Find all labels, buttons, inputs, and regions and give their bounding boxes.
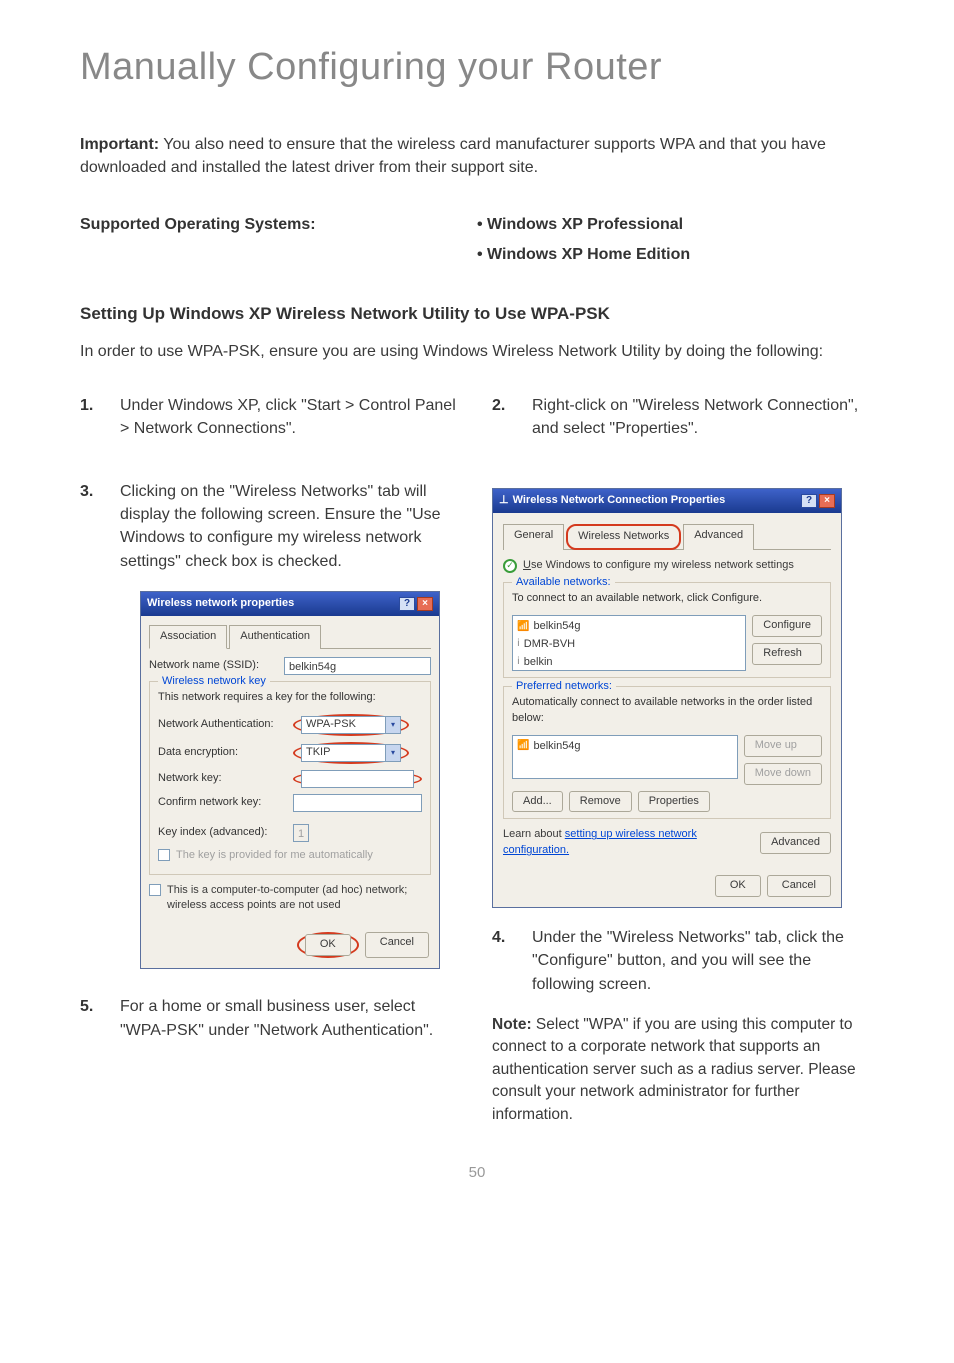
intro-text: In order to use WPA-PSK, ensure you are …: [80, 340, 874, 363]
tab-authentication[interactable]: Authentication: [229, 625, 321, 649]
advanced-button[interactable]: Advanced: [760, 832, 831, 854]
adhoc-label: This is a computer-to-computer (ad hoc) …: [167, 883, 431, 915]
enc-dropdown[interactable]: TKIP ▾: [301, 744, 401, 762]
ok-highlight: OK: [297, 932, 359, 958]
step-2-num: 2.: [492, 394, 514, 440]
available-legend: Available networks:: [512, 575, 615, 591]
ok-button[interactable]: OK: [715, 875, 761, 897]
keyidx-input: 1: [293, 824, 309, 842]
adhoc-checkbox[interactable]: [149, 884, 161, 896]
wireless-key-info: This network requires a key for the foll…: [158, 690, 422, 706]
preferred-legend: Preferred networks:: [512, 679, 616, 695]
use-windows-label: Use Windows to configure my wireless net…: [523, 558, 794, 574]
signal-icon: ⅰ: [517, 655, 520, 670]
confirmkey-label: Confirm network key:: [158, 795, 293, 811]
step-3-text: Clicking on the "Wireless Networks" tab …: [120, 480, 462, 573]
learn-text: Learn about setting up wireless network …: [503, 827, 752, 859]
help-icon[interactable]: ?: [801, 494, 817, 508]
enc-dropdown-highlight: TKIP ▾: [293, 742, 409, 764]
available-networks-list[interactable]: 📶belkin54g ⅰDMR-BVH ⅰbelkin: [512, 615, 746, 671]
supported-os-heading: Supported Operating Systems:: [80, 213, 477, 271]
confirmkey-input[interactable]: [293, 794, 422, 812]
close-icon[interactable]: ×: [417, 597, 433, 611]
step-2-text: Right-click on "Wireless Network Connect…: [532, 394, 874, 440]
netkey-label: Network key:: [158, 771, 293, 787]
list-item: 📶belkin54g: [515, 618, 743, 636]
netkey-highlight: [293, 770, 422, 788]
chevron-down-icon[interactable]: ▾: [385, 717, 400, 733]
move-up-button: Move up: [744, 735, 822, 757]
ssid-input[interactable]: belkin54g: [284, 657, 431, 675]
configure-button[interactable]: Configure: [752, 615, 822, 637]
important-text: You also need to ensure that the wireles…: [80, 136, 826, 176]
note-label: Note:: [492, 1016, 532, 1033]
step-3-num: 3.: [80, 480, 102, 573]
move-down-button: Move down: [744, 763, 822, 785]
page-title: Manually Configuring your Router: [80, 40, 874, 95]
signal-icon: 📶: [517, 739, 529, 754]
auth-dropdown-highlight: WPA-PSK ▾: [293, 714, 409, 736]
auth-dropdown[interactable]: WPA-PSK ▾: [301, 716, 401, 734]
wireless-key-legend: Wireless network key: [158, 674, 270, 690]
important-block: Important: You also need to ensure that …: [80, 133, 874, 179]
note-block: Note: Select "WPA" if you are using this…: [492, 1014, 874, 1126]
remove-button[interactable]: Remove: [569, 791, 632, 813]
chevron-down-icon[interactable]: ▾: [385, 745, 400, 761]
connection-properties-dialog: ⊥Wireless Network Connection Properties …: [492, 488, 842, 908]
use-windows-checkbox[interactable]: [503, 559, 517, 573]
refresh-button[interactable]: Refresh: [752, 643, 822, 665]
enc-value: TKIP: [306, 745, 330, 761]
available-info: To connect to an available network, clic…: [512, 591, 822, 607]
list-item: 📶belkin54g: [515, 738, 735, 756]
enc-label: Data encryption:: [158, 745, 293, 761]
os-item-1: • Windows XP Professional: [477, 213, 874, 236]
step-1-text: Under Windows XP, click "Start > Control…: [120, 394, 462, 440]
step-5-num: 5.: [80, 995, 102, 1041]
auth-label: Network Authentication:: [158, 717, 293, 733]
close-icon[interactable]: ×: [819, 494, 835, 508]
setting-title: Setting Up Windows XP Wireless Network U…: [80, 302, 874, 327]
tab-wireless-networks[interactable]: Wireless Networks: [566, 524, 681, 550]
auto-key-label: The key is provided for me automatically: [176, 848, 373, 864]
page-number: 50: [80, 1162, 874, 1184]
keyidx-label: Key index (advanced):: [158, 825, 293, 841]
network-icon: ⊥: [499, 494, 509, 506]
auto-key-checkbox: [158, 849, 170, 861]
ok-button[interactable]: OK: [305, 934, 351, 956]
preferred-info: Automatically connect to available netwo…: [512, 695, 822, 727]
dlg1-title: Wireless network properties: [147, 596, 294, 612]
step-4-text: Under the "Wireless Networks" tab, click…: [532, 926, 874, 996]
netkey-input[interactable]: [301, 770, 414, 788]
auth-value: WPA-PSK: [306, 717, 356, 733]
note-text: Select "WPA" if you are using this compu…: [492, 1016, 856, 1123]
step-5-text: For a home or small business user, selec…: [120, 995, 462, 1041]
cancel-button[interactable]: Cancel: [767, 875, 831, 897]
list-item: ⅰbelkin: [515, 654, 743, 672]
signal-icon: 📶: [517, 620, 529, 635]
tab-general[interactable]: General: [503, 524, 564, 550]
wireless-network-properties-dialog: Wireless network properties ? × Associat…: [140, 591, 440, 970]
important-label: Important:: [80, 136, 159, 153]
preferred-networks-list[interactable]: 📶belkin54g: [512, 735, 738, 779]
tab-association[interactable]: Association: [149, 625, 227, 649]
step-4-num: 4.: [492, 926, 514, 996]
tab-advanced[interactable]: Advanced: [683, 524, 754, 550]
add-button[interactable]: Add...: [512, 791, 563, 813]
ssid-label: Network name (SSID):: [149, 658, 284, 674]
list-item: ⅰDMR-BVH: [515, 636, 743, 654]
cancel-button[interactable]: Cancel: [365, 932, 429, 958]
signal-icon: ⅰ: [517, 637, 520, 652]
dlg2-title: Wireless Network Connection Properties: [513, 494, 726, 506]
properties-button[interactable]: Properties: [638, 791, 710, 813]
help-icon[interactable]: ?: [399, 597, 415, 611]
os-item-2: • Windows XP Home Edition: [477, 243, 874, 266]
step-1-num: 1.: [80, 394, 102, 440]
